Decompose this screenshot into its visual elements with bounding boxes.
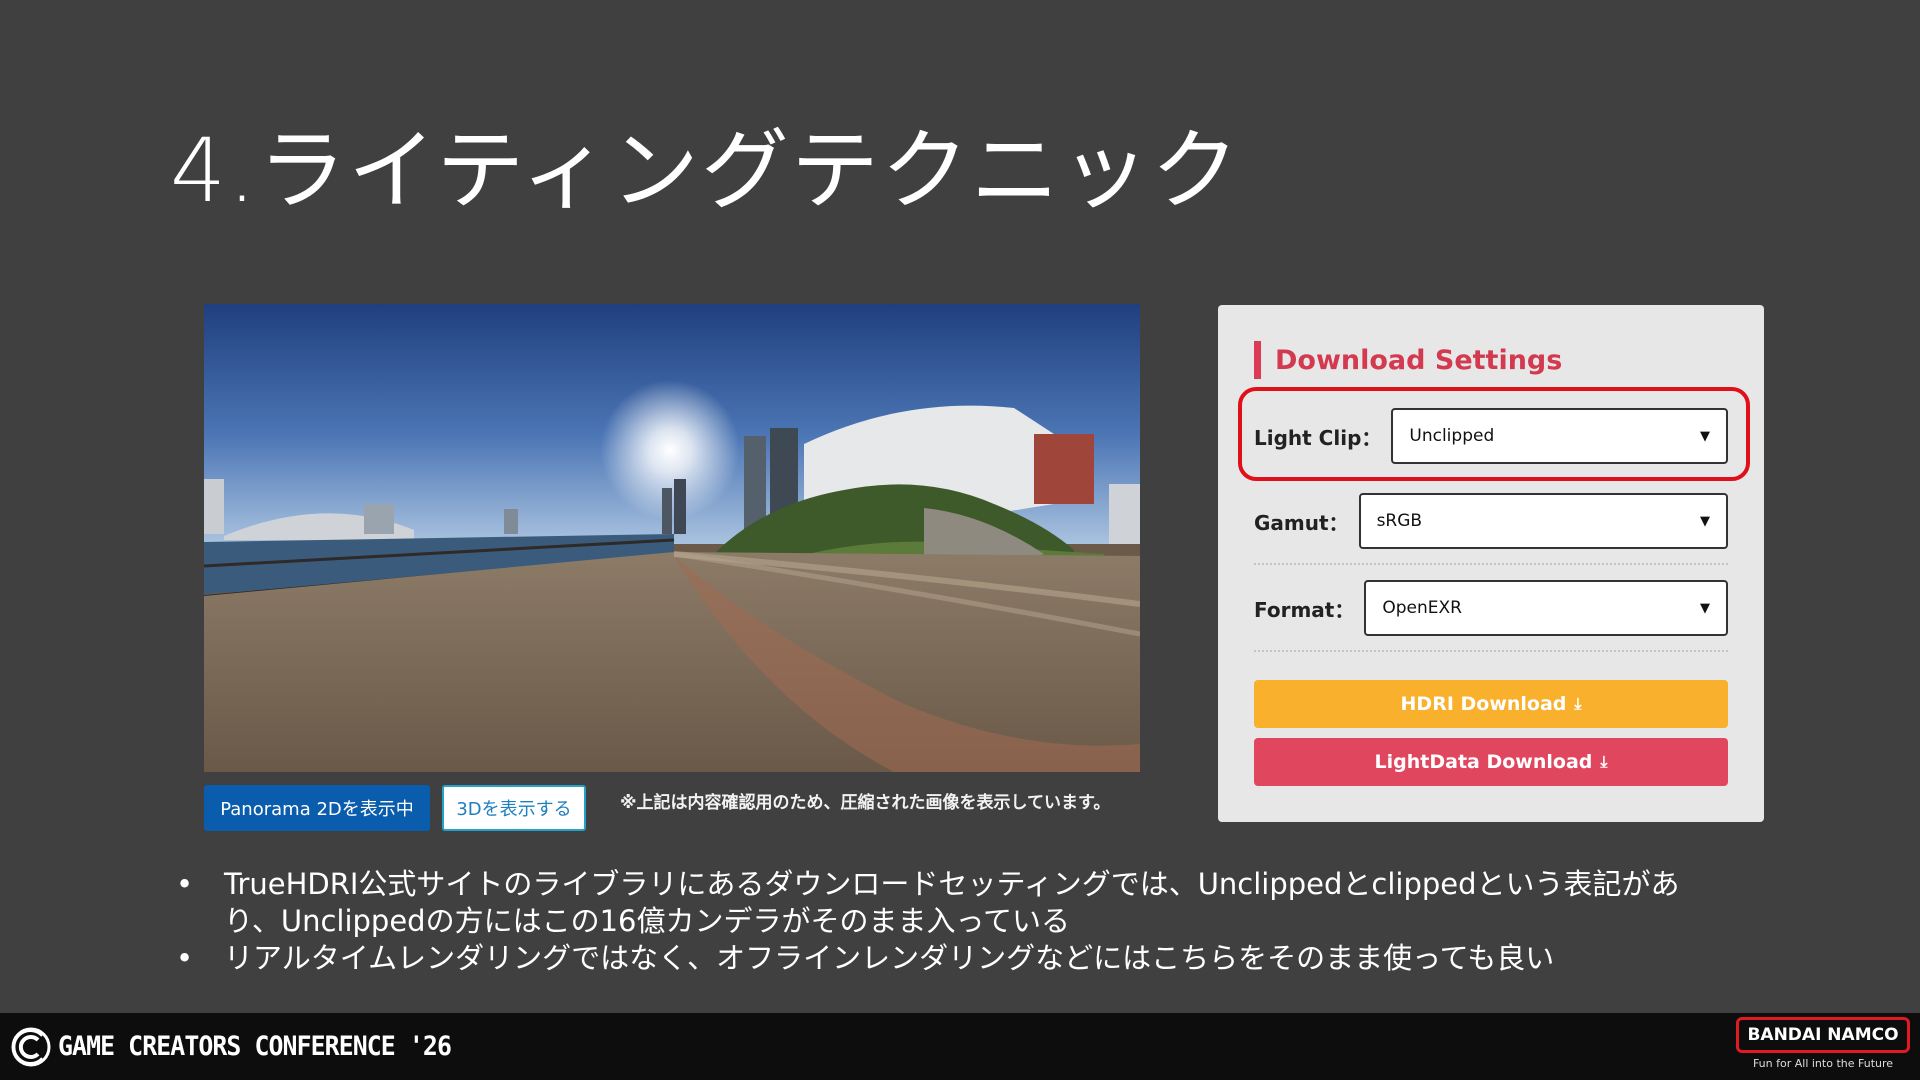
conference-name: GAME CREATORS CONFERENCE '26 — [58, 1031, 452, 1062]
gamut-select[interactable]: sRGB ▼ — [1358, 493, 1728, 549]
download-icon: ⤓ — [1600, 752, 1608, 771]
format-row: Format： OpenEXR ▼ — [1254, 580, 1728, 636]
hdri-download-button[interactable]: HDRI Download ⤓ — [1254, 680, 1728, 728]
dropdown-caret-icon: ▼ — [1700, 513, 1710, 529]
bandai-namco-logo: BANDAI NAMCO — [1736, 1017, 1910, 1053]
gcc-logo-icon — [11, 1027, 51, 1067]
hdri-panorama-image[interactable] — [204, 304, 1140, 772]
light-clip-label: Light Clip： — [1254, 425, 1382, 450]
compression-note: ※上記は内容確認用のため、圧縮された画像を表示しています。 — [620, 793, 1111, 813]
view-3d-button[interactable]: 3Dを表示する — [442, 785, 586, 831]
bullet-item: TrueHDRI公式サイトのライブラリにあるダウンロードセッティングでは、Unc… — [176, 866, 1736, 940]
light-clip-value: Unclipped — [1409, 426, 1495, 446]
lightdata-download-button[interactable]: LightData Download ⤓ — [1254, 738, 1728, 786]
hdri-download-label: HDRI Download — [1400, 693, 1567, 715]
panorama-illustration — [204, 304, 1140, 772]
footer-bar: GAME CREATORS CONFERENCE '26 BANDAI NAMC… — [0, 1013, 1920, 1080]
gamut-label: Gamut： — [1254, 510, 1349, 535]
format-label: Format： — [1254, 597, 1355, 622]
dropdown-caret-icon: ▼ — [1700, 600, 1710, 616]
divider — [1254, 650, 1728, 652]
panorama-2d-button[interactable]: Panorama 2Dを表示中 — [204, 785, 430, 831]
format-select[interactable]: OpenEXR ▼ — [1364, 580, 1728, 636]
dropdown-caret-icon: ▼ — [1700, 428, 1710, 444]
bullet-item: リアルタイムレンダリングではなく、オフラインレンダリングなどにはこちらをそのまま… — [176, 940, 1736, 977]
light-clip-row: Light Clip： Unclipped ▼ — [1254, 408, 1728, 464]
slide-title: 4.ライティングテクニック — [170, 119, 1241, 222]
lightdata-download-label: LightData Download — [1374, 751, 1593, 773]
bullet-list: TrueHDRI公式サイトのライブラリにあるダウンロードセッティングでは、Unc… — [176, 866, 1736, 977]
brand-tagline: Fun for All into the Future — [1752, 1057, 1894, 1070]
light-clip-select[interactable]: Unclipped ▼ — [1391, 408, 1728, 464]
gamut-value: sRGB — [1376, 511, 1423, 531]
format-value: OpenEXR — [1382, 598, 1462, 618]
panel-heading: Download Settings — [1254, 341, 1562, 379]
divider — [1254, 563, 1728, 565]
download-icon: ⤓ — [1574, 694, 1582, 713]
download-settings-panel: Download Settings Light Clip： Unclipped … — [1218, 305, 1764, 822]
gamut-row: Gamut： sRGB ▼ — [1254, 493, 1728, 549]
